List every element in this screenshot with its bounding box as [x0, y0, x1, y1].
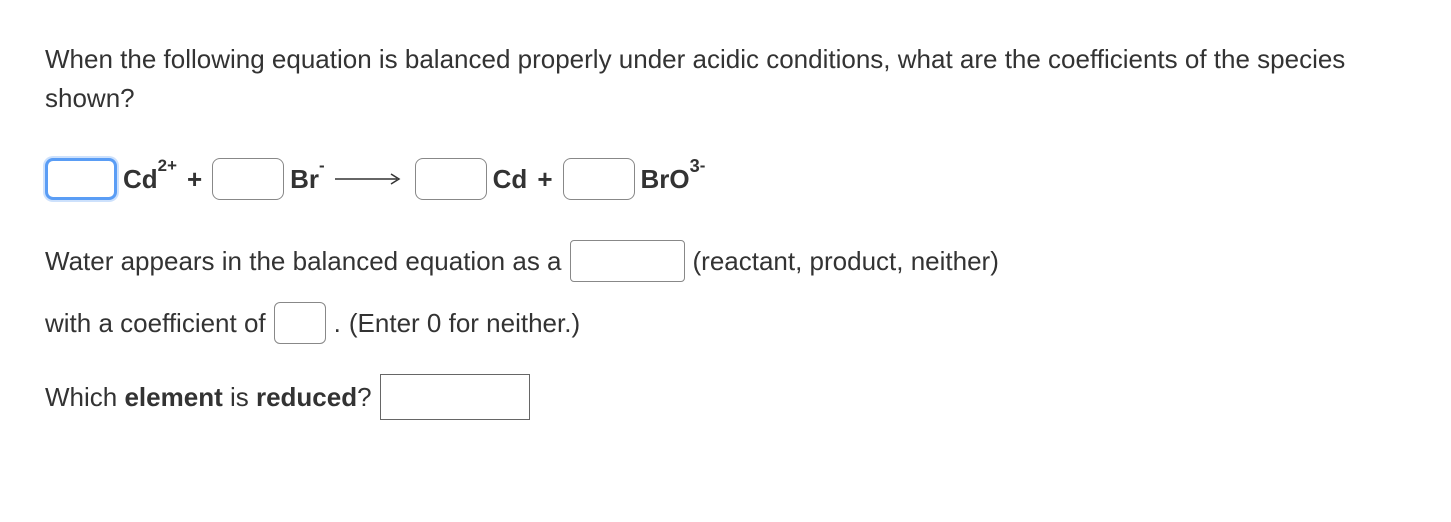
plus-sign-1: + — [187, 160, 202, 199]
plus-sign-2: + — [537, 160, 552, 199]
species-bro3-minus: BrO3- — [641, 166, 706, 192]
reduced-question: Which element is reduced? — [45, 378, 372, 417]
question-text: When the following equation is balanced … — [45, 40, 1406, 118]
reaction-arrow — [335, 172, 405, 186]
water-coeff-input[interactable] — [274, 302, 326, 344]
species-cd2plus: Cd2+ — [123, 166, 177, 192]
species-cd: Cd — [493, 166, 528, 192]
water-role-input[interactable] — [570, 240, 685, 282]
water-line: Water appears in the balanced equation a… — [45, 240, 1406, 282]
reduced-element-input[interactable] — [380, 374, 530, 420]
coeff-input-1[interactable] — [45, 158, 117, 200]
coeff-input-3[interactable] — [415, 158, 487, 200]
coefficient-line: with a coefficient of . (Enter 0 for nei… — [45, 302, 1406, 344]
water-hint: (reactant, product, neither) — [693, 242, 999, 281]
coeff-input-2[interactable] — [212, 158, 284, 200]
equation-row: Cd2+ + Br- Cd + BrO3- — [45, 158, 1406, 200]
coeff-hint: (Enter 0 for neither.) — [349, 304, 580, 343]
coeff-period: . — [334, 304, 341, 343]
species-br-minus: Br- — [290, 166, 325, 192]
coeff-input-4[interactable] — [563, 158, 635, 200]
water-prefix: Water appears in the balanced equation a… — [45, 242, 562, 281]
reduced-line: Which element is reduced? — [45, 374, 1406, 420]
coeff-prefix: with a coefficient of — [45, 304, 266, 343]
